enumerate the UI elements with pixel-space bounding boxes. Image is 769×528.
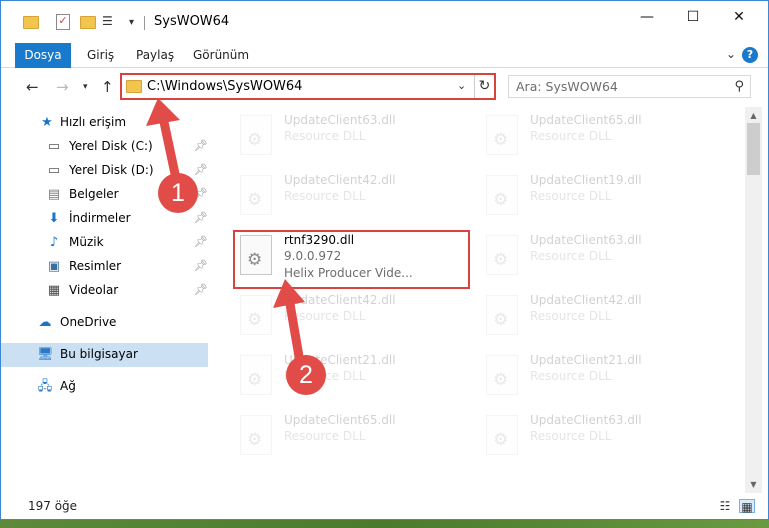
step-badge-2: 2 (286, 355, 326, 395)
annotation-arrows (146, 98, 307, 379)
step-badge-1: 1 (158, 173, 198, 213)
